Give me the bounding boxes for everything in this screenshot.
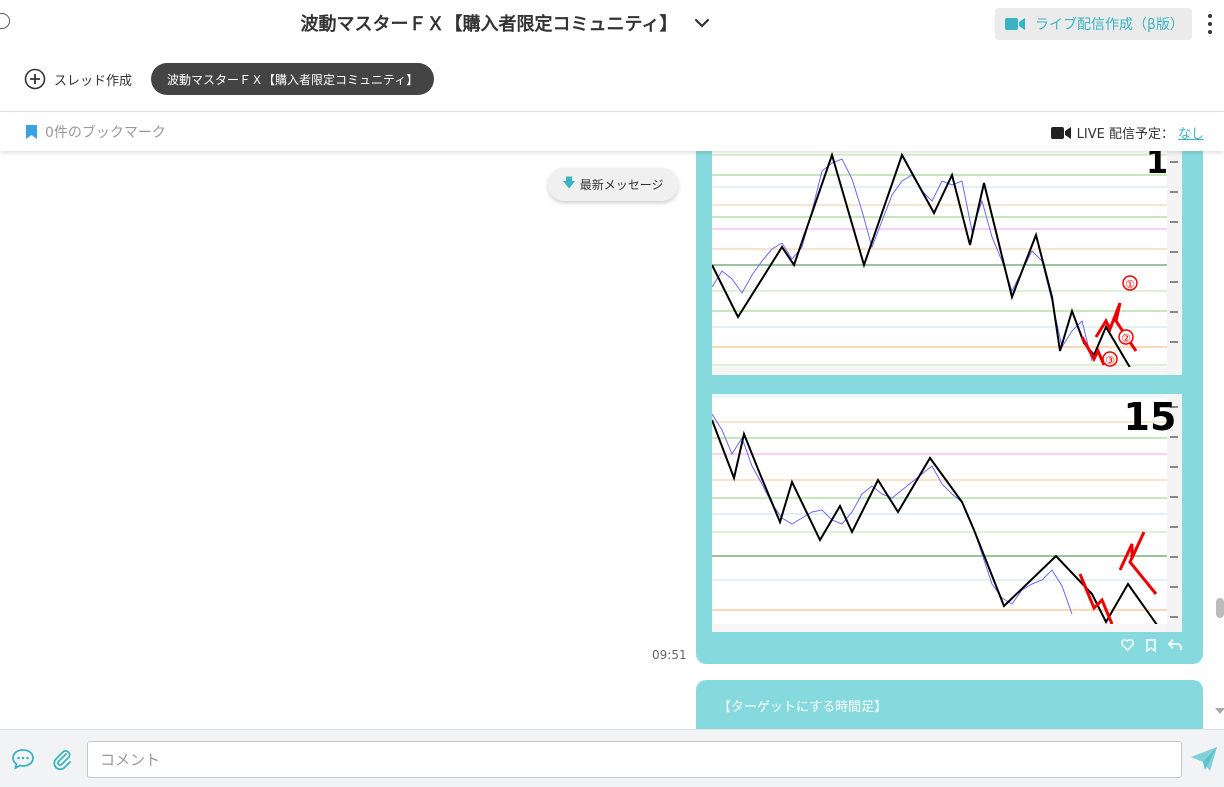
message-timestamp: 09:51 <box>652 648 687 662</box>
chart-2-timeframe: 15 <box>1124 395 1177 439</box>
annotation-1: ① <box>1125 278 1135 291</box>
next-message-text: 【ターゲットにする時間足】 <box>718 700 888 715</box>
video-camera-icon <box>1005 17 1025 31</box>
community-title[interactable]: 波動マスターＦＸ【購入者限定コミュニティ】 <box>289 10 678 36</box>
live-schedule-label: LIVE 配信予定： <box>1076 127 1174 142</box>
bookmarks-link[interactable]: 0件のブックマーク <box>26 122 166 142</box>
paperclip-icon[interactable] <box>51 748 73 774</box>
live-schedule: LIVE 配信予定： なし <box>1050 123 1204 142</box>
thread-row: スレッド作成 波動マスターＦＸ【購入者限定コミュニティ】 <box>0 48 1224 112</box>
scroll-down-icon[interactable] <box>1215 708 1224 714</box>
scrollbar-thumb[interactable] <box>1216 598 1224 618</box>
message-list[interactable]: ① ② ③ 1 15 🡇 最新メッセージ 09:51 【ターゲットにする時間足】 <box>0 151 1224 729</box>
header-bar: 波動マスターＦＸ【購入者限定コミュニティ】 ライブ配信作成（β版） <box>0 0 1224 48</box>
new-thread-label: スレッド作成 <box>54 73 133 89</box>
thread-chip-active[interactable]: 波動マスターＦＸ【購入者限定コミュニティ】 <box>151 63 435 95</box>
arrow-down-icon: 🡇 <box>562 175 576 191</box>
latest-message-label: 最新メッセージ <box>579 178 664 192</box>
message-actions <box>1120 638 1182 652</box>
bookmark-count: 0件のブックマーク <box>45 125 166 141</box>
annotation-3: ③ <box>1105 354 1115 367</box>
heart-icon[interactable] <box>1120 638 1134 652</box>
message-bubble-next: 【ターゲットにする時間足】 <box>696 680 1203 729</box>
kebab-menu-icon[interactable] <box>1206 14 1214 34</box>
app-root: 波動マスターＦＸ【購入者限定コミュニティ】 ライブ配信作成（β版） スレッド作成… <box>0 0 1224 787</box>
new-thread-button[interactable]: スレッド作成 <box>24 68 132 90</box>
comment-input[interactable] <box>87 741 1182 778</box>
title-wrap: 波動マスターＦＸ【購入者限定コミュニティ】 <box>0 10 1000 36</box>
reply-icon[interactable] <box>1168 638 1182 652</box>
plus-circle-icon <box>24 68 46 90</box>
send-icon[interactable] <box>1190 746 1218 776</box>
video-camera-icon <box>1050 126 1071 140</box>
bookmark-outline-icon[interactable] <box>1144 638 1158 652</box>
comment-bar <box>0 729 1224 787</box>
chart-image-1[interactable]: ① ② ③ 1 <box>712 151 1182 375</box>
create-live-label: ライブ配信作成（β版） <box>1035 17 1184 33</box>
chevron-down-icon[interactable] <box>693 14 711 32</box>
bookmark-icon <box>26 125 37 139</box>
chat-bubble-icon[interactable] <box>11 748 35 774</box>
latest-message-button[interactable]: 🡇 最新メッセージ <box>548 168 678 201</box>
live-schedule-link[interactable]: なし <box>1178 123 1204 142</box>
annotation-2: ② <box>1121 332 1131 345</box>
chart-1-timeframe: 1 <box>1146 151 1168 181</box>
create-live-button[interactable]: ライブ配信作成（β版） <box>995 8 1192 40</box>
bookmark-row: 0件のブックマーク LIVE 配信予定： なし <box>0 113 1224 151</box>
chart-image-2[interactable]: 15 <box>712 394 1182 632</box>
